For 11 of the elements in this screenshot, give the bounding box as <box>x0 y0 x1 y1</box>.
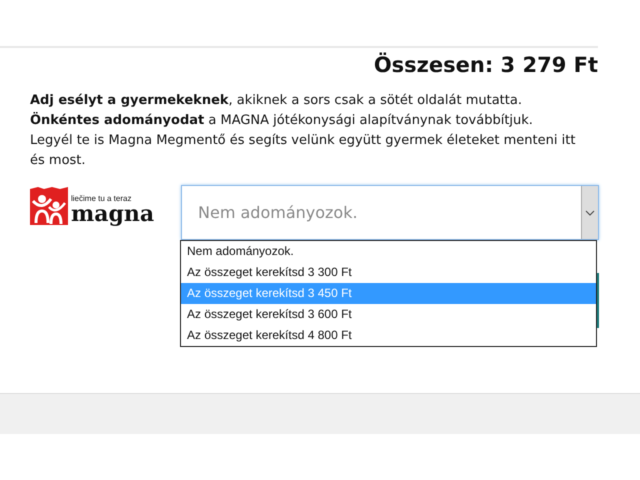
order-total: Összesen: 3 279 Ft <box>372 53 598 77</box>
dropdown-option[interactable]: Az összeget kerekítsd 4 800 Ft <box>181 325 596 346</box>
dropdown-option[interactable]: Nem adományozok. <box>181 241 596 262</box>
logo-icon <box>30 187 68 225</box>
logo-tagline: liečime tu a teraz <box>71 195 132 203</box>
intro-paragraph: Adj esélyt a gyermekeknek, akiknek a sors csak a sötét oldalát mutatta. Önkéntes adományodat a MAGNA jótékonysági alapítványnak továbbítjuk. Legyél te is Magna Megmentő és segíts velünk együtt gyermek életeket menteni itt és most. <box>30 92 576 170</box>
donation-select[interactable]: Nem adományozok. <box>181 185 599 240</box>
chevron-down-icon <box>585 210 595 216</box>
logo-wordmark: magna <box>71 203 154 225</box>
dropdown-option[interactable]: Az összeget kerekítsd 3 300 Ft <box>181 262 596 283</box>
dropdown-option[interactable]: Az összeget kerekítsd 3 600 Ft <box>181 304 596 325</box>
